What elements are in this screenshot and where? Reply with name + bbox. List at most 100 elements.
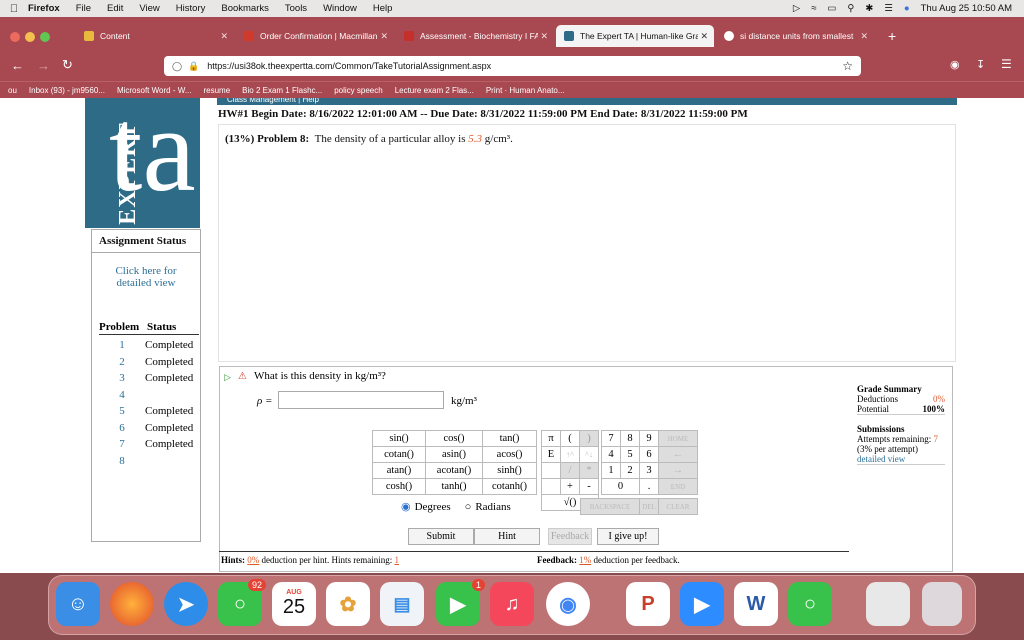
finder-icon[interactable]: ☺ <box>56 582 100 626</box>
menu-icon[interactable]: ☰ <box>1001 57 1012 71</box>
close-tab-icon[interactable]: ✕ <box>540 31 548 42</box>
menu-app-name[interactable]: Firefox <box>28 3 60 14</box>
key-0[interactable]: 0 <box>601 478 640 495</box>
bookmark-star-icon[interactable]: ☆ <box>842 59 853 73</box>
screenshot-stack-icon[interactable] <box>866 582 910 626</box>
bookmark-bio2[interactable]: Bio 2 Exam 1 Flashc... <box>242 86 322 95</box>
close-tab-icon[interactable]: ✕ <box>380 31 388 42</box>
tab-expertta[interactable]: The Expert TA | Human-like Gra ✕ <box>556 25 714 47</box>
key-atan[interactable]: atan() <box>372 462 426 479</box>
status-row[interactable]: 4 <box>99 387 193 404</box>
key-open-paren[interactable]: ( <box>560 430 580 447</box>
bookmark-print[interactable]: Print · Human Anato... <box>486 86 565 95</box>
key-3[interactable]: 3 <box>639 462 659 479</box>
chrome-icon[interactable]: ◉ <box>546 582 590 626</box>
key-acos[interactable]: acos() <box>482 446 537 463</box>
search-icon[interactable]: ⚲ <box>847 3 854 14</box>
status-row[interactable]: 1 Completed <box>99 337 193 354</box>
key-left-arrow[interactable]: ← <box>658 446 698 463</box>
problem-number[interactable]: 7 <box>99 436 145 453</box>
tab-assessment[interactable]: Assessment - Biochemistry I FA ✕ <box>396 25 554 47</box>
key-subscript[interactable]: ^↓ <box>579 446 599 463</box>
tab-google-search[interactable]: si distance units from smallest ✕ <box>716 25 874 47</box>
bookmark-lecture[interactable]: Lecture exam 2 Flas... <box>395 86 474 95</box>
radians-radio[interactable]: ○ <box>465 501 472 513</box>
key-backspace[interactable]: BACKSPACE <box>580 498 640 515</box>
zoom-window-icon[interactable] <box>40 32 50 42</box>
menu-window[interactable]: Window <box>323 3 357 14</box>
status-row[interactable]: 5 Completed <box>99 403 193 420</box>
key-8[interactable]: 8 <box>620 430 640 447</box>
bookmark-inbox[interactable]: Inbox (93) - jm9560... <box>29 86 105 95</box>
problem-number[interactable]: 1 <box>99 337 145 354</box>
key-1[interactable]: 1 <box>601 462 621 479</box>
bookmark-resume[interactable]: resume <box>203 86 230 95</box>
key-cosh[interactable]: cosh() <box>372 478 426 495</box>
menu-file[interactable]: File <box>76 3 91 14</box>
grade-detailed-view-link[interactable]: detailed view <box>857 454 945 465</box>
forward-icon[interactable]: → <box>37 58 50 73</box>
problem-number[interactable]: 3 <box>99 370 145 387</box>
url-text[interactable]: https://usi38ok.theexpertta.com/Common/T… <box>207 61 491 71</box>
hint-button[interactable]: Hint <box>474 528 540 545</box>
key-clear[interactable]: CLEAR <box>658 498 698 515</box>
nav-partial[interactable]: Class Management | Help <box>217 98 957 105</box>
datetime[interactable]: Thu Aug 25 10:50 AM <box>921 3 1012 14</box>
problem-number[interactable]: 4 <box>99 387 145 404</box>
siri-icon[interactable]: ● <box>904 3 910 14</box>
menu-history[interactable]: History <box>176 3 206 14</box>
play-icon[interactable]: ▷ <box>793 3 800 14</box>
key-cos[interactable]: cos() <box>425 430 483 447</box>
pocket-icon[interactable]: ◉ <box>950 58 960 71</box>
problem-number[interactable]: 8 <box>99 453 145 470</box>
wifi-icon[interactable]: ≈ <box>811 3 816 14</box>
back-icon[interactable]: ← <box>11 58 24 73</box>
key-minus[interactable]: - <box>579 478 599 495</box>
key-tan[interactable]: tan() <box>482 430 537 447</box>
expand-triangle-icon[interactable]: ▷ <box>224 372 231 383</box>
zoom-icon[interactable]: ▶ <box>680 582 724 626</box>
key-5[interactable]: 5 <box>620 446 640 463</box>
close-tab-icon[interactable]: ✕ <box>700 31 708 42</box>
whatsapp-icon[interactable]: ○ <box>788 582 832 626</box>
status-row[interactable]: 3 Completed <box>99 370 193 387</box>
bluetooth-icon[interactable]: ✱ <box>865 3 873 14</box>
menu-bookmarks[interactable]: Bookmarks <box>221 3 269 14</box>
preview-icon[interactable]: ▤ <box>380 582 424 626</box>
status-row[interactable]: 2 Completed <box>99 354 193 371</box>
menu-edit[interactable]: Edit <box>107 3 123 14</box>
battery-icon[interactable]: ▭ <box>827 3 836 14</box>
reload-icon[interactable]: ↻ <box>62 57 73 73</box>
key-tanh[interactable]: tanh() <box>425 478 483 495</box>
key-9[interactable]: 9 <box>639 430 659 447</box>
menu-tools[interactable]: Tools <box>285 3 307 14</box>
problem-number[interactable]: 6 <box>99 420 145 437</box>
shield-icon[interactable]: ◯ <box>172 61 182 72</box>
url-bar[interactable]: ◯ 🔒 https://usi38ok.theexpertta.com/Comm… <box>164 56 861 76</box>
key-cotan[interactable]: cotan() <box>372 446 426 463</box>
key-home[interactable]: HOME <box>658 430 698 447</box>
problem-number[interactable]: 5 <box>99 403 145 420</box>
key-del[interactable]: DEL <box>639 498 659 515</box>
key-7[interactable]: 7 <box>601 430 621 447</box>
lock-icon[interactable]: 🔒 <box>188 61 199 72</box>
key-dot[interactable]: . <box>639 478 659 495</box>
key-cotanh[interactable]: cotanh() <box>482 478 537 495</box>
answer-input[interactable] <box>278 391 444 409</box>
close-window-icon[interactable] <box>10 32 20 42</box>
degrees-radio[interactable]: ◉ <box>401 500 411 513</box>
status-row[interactable]: 8 <box>99 453 193 470</box>
key-2[interactable]: 2 <box>620 462 640 479</box>
feedback-button[interactable]: Feedback <box>548 528 592 545</box>
firefox-icon[interactable] <box>110 582 154 626</box>
submit-button[interactable]: Submit <box>408 528 474 545</box>
key-close-paren[interactable]: ) <box>579 430 599 447</box>
calendar-icon[interactable]: AUG 25 <box>272 582 316 626</box>
key-6[interactable]: 6 <box>639 446 659 463</box>
give-up-button[interactable]: I give up! <box>597 528 659 545</box>
bookmark-policy[interactable]: policy speech <box>334 86 382 95</box>
key-acotan[interactable]: acotan() <box>425 462 483 479</box>
word-icon[interactable]: W <box>734 582 778 626</box>
tab-macmillan[interactable]: Order Confirmation | Macmillan ✕ <box>236 25 394 47</box>
key-asin[interactable]: asin() <box>425 446 483 463</box>
